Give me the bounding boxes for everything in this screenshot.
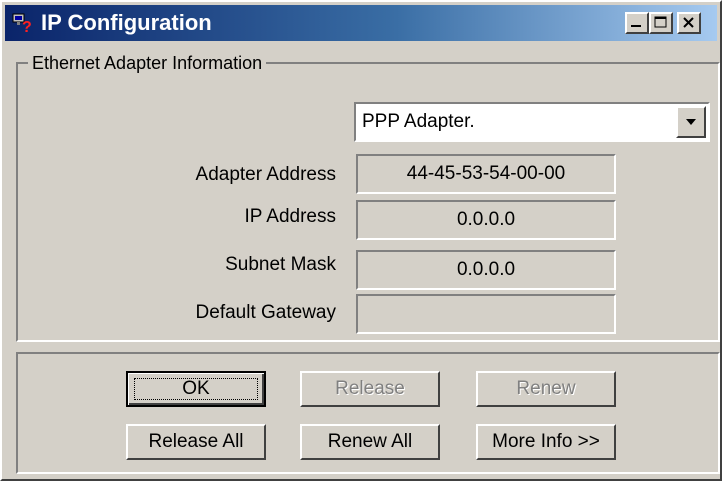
chevron-down-icon [686,119,696,125]
adapter-address-field: 44-45-53-54-00-00 [356,154,616,194]
default-gateway-label: Default Gateway [195,302,336,323]
minimize-button[interactable] [625,12,649,34]
adapter-address-label: Adapter Address [195,164,336,185]
ip-address-field: 0.0.0.0 [356,200,616,240]
app-network-icon[interactable]: ? [11,11,35,36]
more-info-button-label: More Info >> [492,431,600,452]
window-title: IP Configuration [41,10,212,35]
subnet-mask-label: Subnet Mask [225,254,336,275]
ip-address-label: IP Address [244,206,336,227]
release-all-button[interactable]: Release All [126,424,266,460]
minimize-icon [631,25,641,27]
release-button[interactable]: Release [300,371,440,407]
release-all-button-label: Release All [148,431,244,452]
renew-all-button[interactable]: Renew All [300,424,440,460]
maximize-icon [654,16,667,28]
release-button-label: Release [335,378,405,399]
renew-button[interactable]: Renew [476,371,616,407]
focus-rectangle [134,378,258,400]
adapter-select-value: PPP Adapter. [362,111,475,132]
dropdown-button[interactable] [676,106,706,138]
svg-text:?: ? [22,19,32,35]
more-info-button[interactable]: More Info >> [476,424,616,460]
close-button[interactable] [677,12,701,34]
ok-button[interactable]: OK [126,371,266,407]
subnet-mask-field: 0.0.0.0 [356,250,616,290]
renew-all-button-label: Renew All [327,431,413,452]
group-label: Ethernet Adapter Information [28,52,267,74]
renew-button-label: Renew [516,378,576,399]
default-gateway-field [356,294,616,334]
ip-configuration-window: ? IP Configuration Ethernet Adapter Info… [0,0,722,481]
close-icon [683,17,694,28]
adapter-select[interactable]: PPP Adapter. [354,102,710,142]
maximize-button[interactable] [649,12,673,34]
title-bar[interactable]: ? IP Configuration [5,5,717,41]
